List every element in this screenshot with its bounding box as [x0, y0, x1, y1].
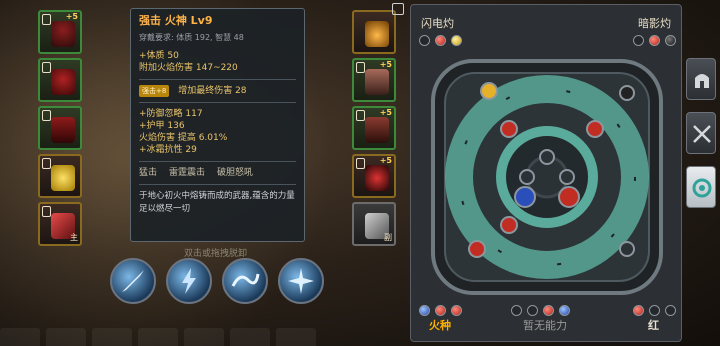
extra-stat: +冰霜抗性 29: [139, 145, 197, 155]
socket-icon: [633, 35, 644, 46]
bottom-tab[interactable]: [276, 328, 316, 346]
lock-icon: [42, 206, 51, 217]
wave-icon: [231, 273, 260, 287]
skill-button[interactable]: [222, 258, 268, 304]
socket-icon: [419, 35, 430, 46]
extra-stat: 火焰伤害 提高 6.01%: [139, 133, 228, 143]
red-gem-icon: [633, 305, 644, 316]
lock-icon: [356, 158, 365, 169]
orb-icon: [365, 165, 389, 191]
slash-icon: [122, 270, 144, 292]
item-title: 强击 火神 Lv9: [139, 14, 213, 27]
base-stat: 附加火焰伤害 147~220: [139, 63, 238, 73]
base-stat: +体质 50: [139, 51, 179, 61]
necklace-icon: [365, 21, 389, 47]
red-gem-icon: [435, 35, 446, 46]
bottom-right-ability: 红: [648, 319, 659, 332]
ring-slot[interactable]: [38, 154, 82, 198]
enhance-tag: 强击+8: [139, 85, 170, 97]
enhance-level: +5: [379, 156, 392, 165]
rune-board[interactable]: [427, 55, 667, 299]
socket-icon: [665, 305, 676, 316]
enhance-level: +5: [379, 108, 392, 117]
socket-icon: [649, 305, 660, 316]
armor-slot[interactable]: [38, 106, 82, 150]
bottom-tab[interactable]: [138, 328, 178, 346]
divider: [139, 184, 296, 185]
helmet-icon: [51, 21, 75, 47]
lock-icon: [42, 62, 51, 73]
red-gem-icon: [451, 305, 462, 316]
top-right-rune-label: 暗影灼: [638, 17, 671, 30]
divider: [139, 79, 296, 80]
bottom-tab[interactable]: [92, 328, 132, 346]
rune-panel: 闪电灼 暗影灼 火种 暂无能力 红: [410, 4, 682, 342]
red-gem-icon: [435, 305, 446, 316]
top-left-rune-label: 闪电灼: [421, 17, 454, 30]
chest-armor-icon: [51, 117, 75, 143]
bottom-tab[interactable]: [184, 328, 224, 346]
bottom-tab[interactable]: [0, 328, 40, 346]
gloves-slot[interactable]: +5: [352, 58, 396, 102]
ring-icon: [51, 165, 75, 191]
boots-slot[interactable]: +5: [352, 106, 396, 150]
lightning-icon: [182, 268, 196, 294]
burst-icon: [288, 268, 314, 294]
divider: [139, 102, 296, 103]
skill-name: 破胆怒吼: [217, 168, 254, 178]
necklace-slot[interactable]: [352, 10, 396, 54]
lock-icon: [356, 62, 365, 73]
helmet-slot[interactable]: +5: [38, 10, 82, 54]
extra-stat: +防御忽略 117: [139, 109, 203, 119]
skill-button[interactable]: [110, 258, 156, 304]
blue-gem-icon: [419, 305, 430, 316]
item-requirement: 穿戴要求: 体质 192, 智慧 48: [139, 33, 244, 42]
socket-icon: [527, 305, 538, 316]
bottom-tab[interactable]: [46, 328, 86, 346]
boots-icon: [365, 117, 389, 143]
skill-button[interactable]: [278, 258, 324, 304]
divider: [139, 161, 296, 162]
enhance-level: +5: [379, 60, 392, 69]
shoulder-armor-icon: [51, 69, 75, 95]
skill-name: 雷霆震击: [169, 168, 206, 178]
item-tooltip: 强击 火神 Lv9 穿戴要求: 体质 192, 智慧 48 +体质 50 附加火…: [130, 8, 305, 242]
black-gem-icon: [665, 35, 676, 46]
lock-icon: [42, 14, 51, 25]
rune-circle-icon: [692, 178, 712, 198]
offhand-slot[interactable]: 副: [352, 202, 396, 246]
expand-icon[interactable]: [392, 3, 404, 15]
bottom-center-ability: 暂无能力: [523, 319, 567, 332]
red-gem-icon: [543, 305, 554, 316]
socket-icon: [511, 305, 522, 316]
bottom-tab[interactable]: [230, 328, 270, 346]
helmet-tab[interactable]: [686, 58, 716, 100]
lock-icon: [42, 158, 51, 169]
shoulder-slot[interactable]: [38, 58, 82, 102]
skill-button[interactable]: [166, 258, 212, 304]
skill-list: 猛击 雷霆震击 破胆怒吼: [139, 167, 296, 179]
gloves-icon: [365, 69, 389, 95]
item-description: 于地心初火中熔铸而成的武器,蕴含的力量足以燃尽一切: [139, 191, 295, 214]
lock-icon: [356, 110, 365, 121]
enhance-level: +5: [65, 12, 78, 21]
weapon-slot[interactable]: 主: [38, 202, 82, 246]
lock-icon: [42, 110, 51, 121]
gem-tab[interactable]: [686, 166, 716, 208]
helmet-icon: [695, 74, 709, 88]
blue-gem-icon: [559, 305, 570, 316]
orb-slot[interactable]: +5: [352, 154, 396, 198]
bottom-left-ability: 火种: [429, 319, 451, 332]
off-hand-badge: 副: [384, 233, 392, 242]
enhance-stat: 增加最终伤害 28: [178, 86, 247, 96]
red-gem-icon: [649, 35, 660, 46]
unequip-hint: 双击或拖拽脱卸: [184, 249, 248, 259]
crossed-swords-icon: [693, 125, 711, 143]
bottom-tab-bar: [0, 328, 340, 346]
yellow-gem-icon: [451, 35, 462, 46]
skill-name: 猛击: [139, 168, 158, 178]
main-hand-badge: 主: [70, 233, 78, 242]
extra-stat: +护甲 136: [139, 121, 185, 131]
sword-tab[interactable]: [686, 112, 716, 154]
